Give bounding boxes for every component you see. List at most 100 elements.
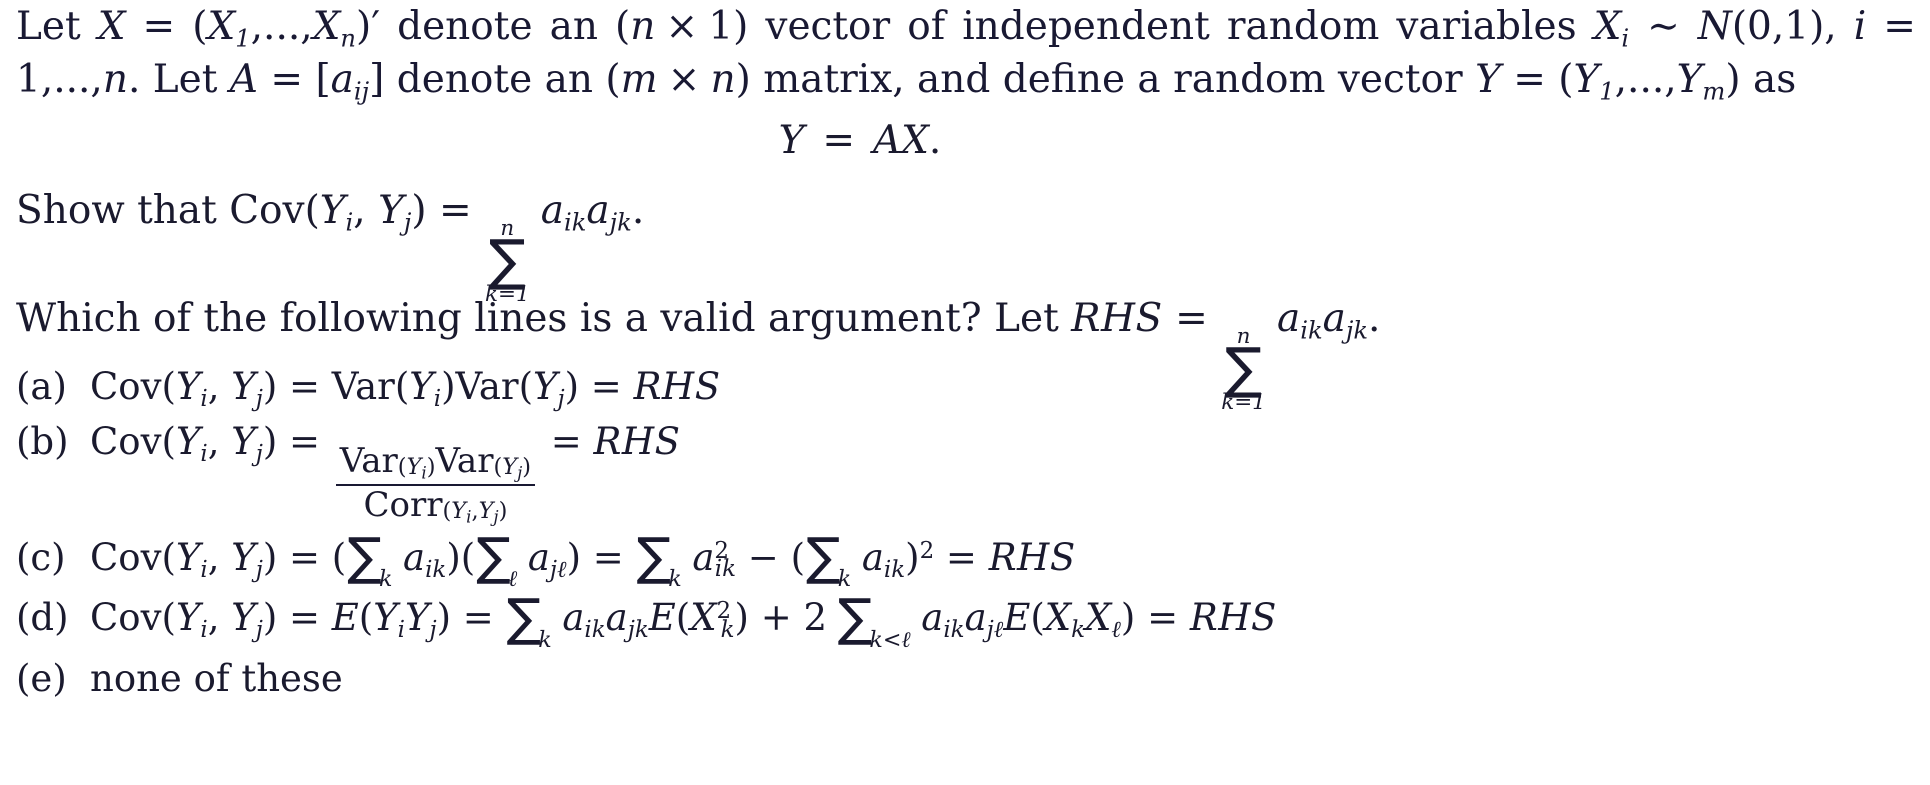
choice-e-tag: (e) [16,656,67,700]
choice-c-result: RHS [988,535,1076,579]
show-that-prefix: Show that [16,188,230,233]
term-a-jk: a [1322,296,1346,341]
dim-paren-open: ( [615,4,631,49]
var-operator-1: Var [331,365,395,408]
choice-b-expression: Cov(Yi, Yj) = Var(Yi)Var(Yj) Corr(Yi,Yj) … [90,419,681,527]
symbol-X: X [97,4,126,49]
equation-rhs-X: X [901,118,929,163]
choice-d-tag: (d) [16,596,69,640]
show-that-period: . [631,188,645,233]
corr-operator: Corr [363,484,443,525]
fraction-var-over-corr: Var(Yi)Var(Yj) Corr(Yi,Yj) [335,440,535,527]
term-a-jk: a [586,188,610,233]
equation-equals: = [822,118,856,163]
intro-let-A: . Let [127,56,230,102]
intro-text-run: Let X = (X1,...,Xn)′ denote an (n × 1) vec… [16,4,1916,105]
cov-comma: , [353,188,379,233]
cov-paren-close: ) [411,188,427,233]
summation-over-k: ∑k [506,588,552,653]
answer-choice-e[interactable]: (e) none of these [16,657,1896,700]
dim-paren-close: ) [733,4,749,49]
paren-close: ) [356,4,372,49]
choice-c-expression: Cov(Yi, Yj) = (∑kaik)(∑ℓajℓ) = ∑ka2ik − … [90,527,1076,593]
answer-choice-c[interactable]: (c) Cov(Yi, Yj) = (∑kaik)(∑ℓajℓ) = ∑ka2i… [16,527,1896,593]
intro-matrix-define: matrix, and define a random vector [750,56,1476,102]
symbol-a: a [330,56,354,102]
cov-arg-Y-sub-j: j [255,385,263,412]
choice-d-expression: Cov(Yi, Yj) = E(YiYj) = ∑kaikajkE(X2k) +… [90,588,1277,653]
symbol-Xn: X [312,4,341,49]
fraction-numerator: Var(Yi)Var(Yj) [339,440,531,483]
summation-over-k-2: ∑k [636,527,682,593]
question-period: . [1368,296,1381,341]
show-that-line: Show that Cov(Yi, Yj) = n ∑ k=1 aikajk. [16,188,644,305]
equation-period: . [928,118,942,163]
symbol-X1: X [207,4,236,49]
subscript-ij: ij [353,76,370,105]
dim-n-2: n [710,56,736,102]
symbol-Y1: Y [1573,56,1600,102]
intro-vector-of-indep: vector of independent random variables [748,4,1594,49]
show-that-equals: = [426,188,485,233]
equals-sign-A: = [257,56,316,102]
term-a-ik-sub: ik [564,208,587,237]
equation-rhs-A: A [872,118,902,163]
symbol-n: n [102,56,128,102]
intro-as: as [1740,56,1797,102]
answer-choice-a[interactable]: (a) Cov(Yi, Yj) = Var(Yi)Var(Yj) = RHS [16,365,1896,412]
cov-arg-Y-sub-i: i [200,385,208,412]
choice-a-expression: Cov(Yi, Yj) = Var(Yi)Var(Yj) = RHS [90,365,721,412]
bracket-open: [ [315,56,331,102]
bracket-close: ] [369,56,385,102]
dim-n: n [630,4,656,49]
cov-arg-Y: Y [319,188,346,233]
subscript-n: n [340,24,356,53]
answer-choice-b[interactable]: (b) Cov(Yi, Yj) = Var(Yi)Var(Yj) Corr(Yi,… [16,420,1896,527]
equals-sign: = [125,4,193,49]
ellipsis: ,..., [250,4,313,49]
cov-operator: Cov [229,188,305,233]
subscript-1: 1 [235,24,251,53]
summation-operator: n ∑ k=1 [485,215,530,307]
symbol-i: i [1853,4,1867,49]
var-operator-2: Var [455,365,519,408]
intro-lead-in: Let [16,4,98,49]
display-equation-Y-equals-AX: Y = AX. [0,118,1720,163]
symbol-Y: Y [1475,56,1501,102]
question-equals: = [1162,296,1221,341]
choice-a-result: RHS [633,365,721,408]
times-symbol: × [665,4,699,49]
term-a-ik: a [1276,296,1301,341]
cov-operator: Cov [90,419,162,463]
answer-choice-list: (a) Cov(Yi, Yj) = Var(Yi)Var(Yj) = RHS (… [16,365,1896,703]
equation-lhs-Y: Y [778,118,805,163]
dim-m: m [620,56,658,102]
expectation-operator: E [331,596,359,640]
summation-over-ell: ∑ℓ [476,527,518,593]
equals-sign-Y: = [1500,56,1559,102]
choice-a-tag: (a) [16,365,67,408]
summation-over-k: ∑k [347,527,393,593]
var-operator-2: Var [435,440,494,481]
answer-choice-d[interactable]: (d) Cov(Yi, Yj) = E(YiYj) = ∑kaikajkE(X2… [16,588,1896,653]
document-page: Let X = (X1,...,Xn)′ denote an (n × 1) vec… [0,0,1930,785]
paren-open: ( [192,4,208,49]
choice-e-label: none of these [90,656,343,700]
dim-1: 1 [708,4,734,49]
intro-denote-an-2: denote an [384,56,606,102]
summation-over-k-lt-ell: ∑k<ℓ [837,588,911,653]
intro-denote-an: denote an [380,4,616,49]
symbol-Ym: Y [1676,56,1703,102]
symbol-A: A [229,56,258,102]
subscript-m: m [1702,76,1726,105]
cov-operator: Cov [90,596,162,640]
cov-operator: Cov [90,365,162,408]
times-symbol-2: × [667,56,701,102]
rhs-label: RHS [1071,296,1163,341]
term-a-jk-sub: jk [609,208,632,237]
tilde-distributed-as: ∼ [1647,4,1680,49]
choice-b-tag: (b) [16,419,69,463]
choice-d-result: RHS [1189,596,1277,640]
question-prompt-text: Which of the following lines is a valid … [16,296,1072,341]
ellipsis-Y: ,..., [1614,56,1677,102]
